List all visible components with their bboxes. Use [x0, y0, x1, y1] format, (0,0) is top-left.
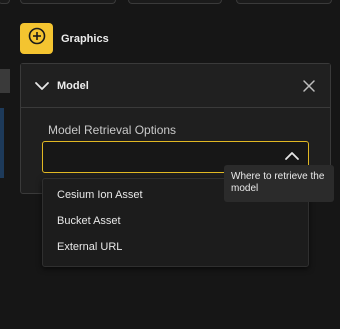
top-tile [236, 0, 332, 4]
chevron-up-icon[interactable] [284, 148, 300, 164]
model-label: Model [57, 80, 89, 92]
menu-item-bucket-asset[interactable]: Bucket Asset [57, 215, 121, 227]
retrieval-options-label: Model Retrieval Options [48, 123, 177, 137]
close-icon[interactable] [301, 78, 317, 94]
chevron-down-icon[interactable] [34, 78, 50, 94]
menu-item-external-url[interactable]: External URL [57, 241, 122, 253]
left-edge-tab [0, 69, 10, 93]
tooltip: Where to retrieve the model [224, 165, 334, 202]
graphics-button[interactable] [20, 23, 53, 54]
plus-circle-icon [28, 27, 46, 50]
top-tile [0, 0, 10, 4]
menu-item-cesium-ion-asset[interactable]: Cesium Ion Asset [57, 189, 143, 201]
left-edge-strip [0, 108, 4, 178]
graphics-label: Graphics [61, 33, 109, 45]
top-tile [128, 0, 222, 4]
top-tile [20, 0, 116, 4]
